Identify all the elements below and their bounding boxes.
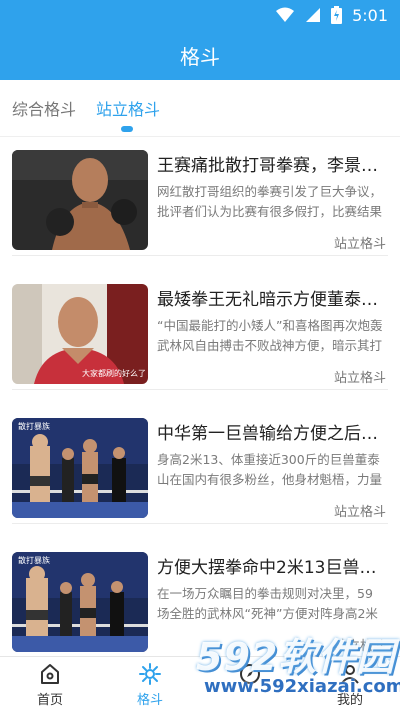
nav-fight[interactable]: 格斗 [100, 661, 200, 711]
list-item[interactable]: 大家都刷的好么了 最矮拳王无礼暗示方便董泰山打假赛 “中国最能打的小矮人”和喜格… [12, 271, 388, 390]
nav-home[interactable]: 首页 [0, 661, 100, 711]
article-summary: 网红散打哥组织的拳赛引发了巨大争议，批评者们认为比赛有很多假打，比赛结果 [157, 184, 383, 219]
watermark: 592软件园 www.592xiazai.com [196, 626, 400, 713]
article-summary: “中国最能打的小矮人”和喜格图再次炮轰武林风自由搏击不败战神方便，暗示其打假 [157, 318, 383, 353]
status-icons: 5:01 [275, 4, 388, 26]
article-category: 站立格斗 [333, 237, 386, 252]
article-thumbnail: 散打暴族 [12, 418, 148, 518]
article-list[interactable]: 王赛痛批散打哥拳赛，李景亮站队王赛 网红散打哥组织的拳赛引发了巨大争议，批评者们… [0, 137, 400, 657]
tab-综合格斗[interactable]: 综合格斗 [12, 96, 76, 120]
list-item[interactable]: 王赛痛批散打哥拳赛，李景亮站队王赛 网红散打哥组织的拳赛引发了巨大争议，批评者们… [12, 137, 388, 256]
list-item[interactable]: 散打暴族 中华第一巨兽输给方便之后的发展 身高2米13、体重接近300斤的巨兽董… [12, 405, 388, 524]
category-tabs: 综合格斗 站立格斗 [0, 80, 400, 137]
page-title: 格斗 [180, 44, 220, 69]
article-title[interactable]: 方便大摆拳命中2米13巨兽董泰山 [157, 553, 385, 578]
signal-icon [306, 8, 321, 22]
article-thumbnail: 大家都刷的好么了 [12, 284, 148, 384]
watermark-url: www.592xiazai.com [204, 676, 400, 697]
tab-站立格斗[interactable]: 站立格斗 [96, 96, 160, 120]
article-title[interactable]: 中华第一巨兽输给方便之后的发展 [157, 419, 385, 444]
article-thumbnail [12, 150, 148, 250]
battery-icon [331, 6, 343, 24]
app-bar: 格斗 [0, 30, 400, 80]
article-summary: 身高2米13、体重接近300斤的巨兽董泰山在国内有很多粉丝，他身材魁梧，力量惊人 [157, 452, 383, 487]
nav-label-home: 首页 [36, 693, 63, 708]
status-bar: 5:01 [0, 0, 400, 30]
thumbnail-caption: 散打暴族 [18, 556, 50, 565]
wifi-icon [276, 7, 295, 22]
thumbnail-caption: 大家都刷的好么了 [82, 369, 146, 378]
article-category: 站立格斗 [333, 505, 386, 520]
watermark-logo: 592软件园 [196, 635, 396, 679]
article-title[interactable]: 最矮拳王无礼暗示方便董泰山打假赛 [157, 285, 385, 310]
article-title[interactable]: 王赛痛批散打哥拳赛，李景亮站队王赛 [157, 151, 385, 176]
thumbnail-caption: 散打暴族 [18, 422, 50, 431]
active-tab-indicator [121, 126, 133, 132]
home-icon [41, 664, 59, 684]
status-time: 5:01 [352, 5, 388, 25]
fight-icon [139, 663, 161, 685]
nav-label-fight: 格斗 [136, 693, 163, 708]
article-summary: 在一场万众瞩目的拳击规则对决里，59场全胜的武林风“死神”方便对阵身高2米13的 [157, 586, 378, 621]
article-category: 站立格斗 [333, 371, 386, 386]
article-thumbnail: 散打暴族 [12, 552, 148, 652]
